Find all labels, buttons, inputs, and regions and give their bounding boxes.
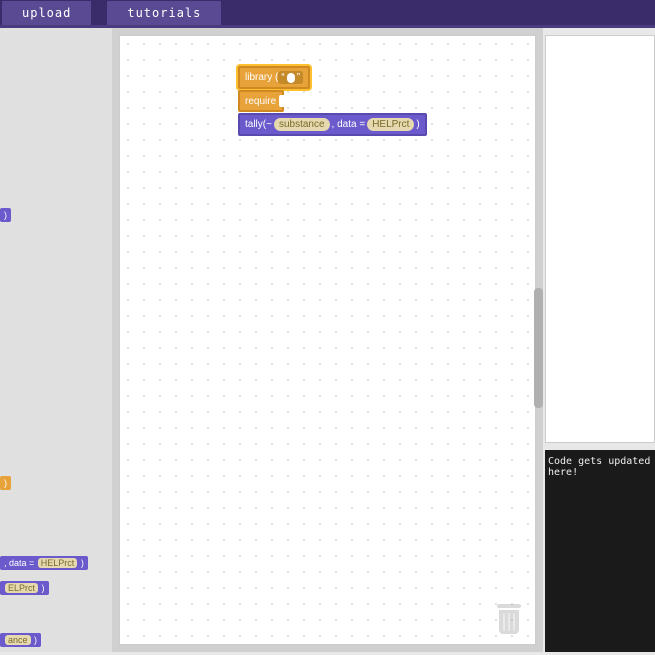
block-label: tally(~ bbox=[245, 119, 272, 130]
palette-fragment[interactable]: ) bbox=[0, 208, 11, 222]
fragment-value: ELPrct bbox=[5, 583, 38, 593]
block-text: , data = bbox=[332, 119, 366, 130]
fragment-value: HELPrct bbox=[38, 558, 78, 568]
empty-slot[interactable] bbox=[279, 95, 289, 107]
trash-icon[interactable] bbox=[495, 604, 523, 636]
code-panel: Code gets updated here! bbox=[545, 450, 655, 652]
variable-slot[interactable]: substance bbox=[274, 118, 330, 131]
fragment-text: ) bbox=[4, 478, 7, 488]
fragment-value: ance bbox=[5, 635, 31, 645]
require-block[interactable]: require bbox=[238, 90, 284, 112]
fragment-text: ) bbox=[4, 210, 7, 220]
fragment-text: ) bbox=[42, 583, 45, 593]
upload-button[interactable]: upload bbox=[2, 1, 91, 25]
topbar: upload tutorials bbox=[0, 0, 655, 28]
quote-left: “ bbox=[281, 72, 284, 83]
trash-lid bbox=[497, 604, 521, 608]
block-label: library ( bbox=[245, 72, 278, 83]
preview-panel bbox=[545, 35, 655, 443]
library-block[interactable]: library ( “ ” bbox=[238, 66, 310, 89]
palette-fragment[interactable]: , data = HELPrct ) bbox=[0, 556, 88, 570]
fragment-text: ) bbox=[34, 635, 37, 645]
string-slot[interactable]: “ ” bbox=[278, 71, 303, 84]
palette-fragment[interactable]: ance ) bbox=[0, 633, 41, 647]
block-palette[interactable]: ) ) , data = HELPrct ) ELPrct ) ance ) bbox=[0, 28, 112, 652]
variable-slot[interactable]: HELPrct bbox=[367, 118, 414, 131]
right-panel: Code gets updated here! bbox=[543, 28, 655, 652]
block-stack[interactable]: library ( “ ” require tally(~ substance … bbox=[238, 66, 427, 137]
block-text: ) bbox=[416, 119, 419, 130]
quote-right: ” bbox=[297, 72, 300, 83]
main-container: ) ) , data = HELPrct ) ELPrct ) ance ) bbox=[0, 28, 655, 652]
palette-fragment[interactable]: ) bbox=[0, 476, 11, 490]
trash-body bbox=[499, 610, 519, 634]
fragment-text: , data = bbox=[4, 558, 34, 568]
fragment-text: ) bbox=[81, 558, 84, 568]
workspace-container: library ( “ ” require tally(~ substance … bbox=[112, 28, 543, 652]
empty-slot[interactable] bbox=[287, 73, 295, 83]
code-placeholder: Code gets updated here! bbox=[548, 456, 650, 478]
scrollbar[interactable] bbox=[534, 288, 543, 408]
palette-fragment[interactable]: ELPrct ) bbox=[0, 581, 49, 595]
tally-block[interactable]: tally(~ substance , data = HELPrct ) bbox=[238, 113, 427, 136]
tutorials-button[interactable]: tutorials bbox=[107, 1, 221, 25]
workspace[interactable]: library ( “ ” require tally(~ substance … bbox=[119, 35, 536, 645]
block-label: require bbox=[245, 96, 276, 107]
